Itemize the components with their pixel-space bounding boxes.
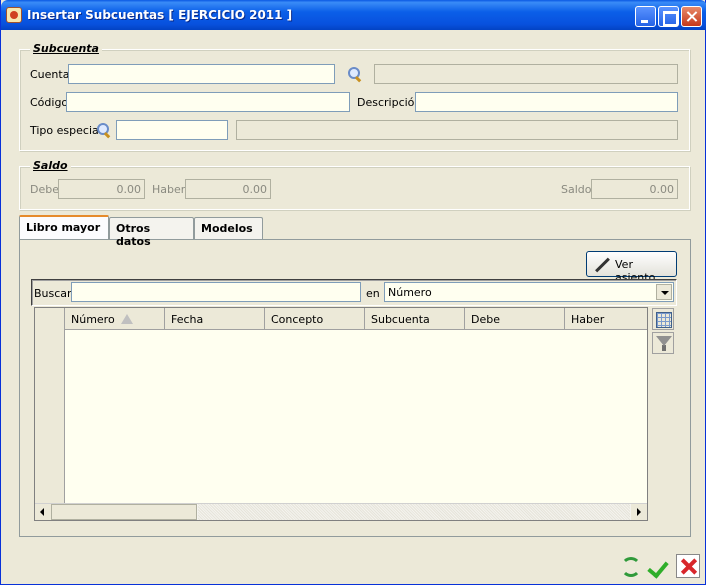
subcuenta-legend: Subcuenta bbox=[30, 42, 102, 55]
row-header-column bbox=[35, 308, 65, 503]
libro-mayor-table[interactable]: Número Fecha Concepto Subcuenta Debe Hab… bbox=[34, 307, 648, 521]
sort-ascending-icon bbox=[121, 314, 133, 324]
ver-asiento-button[interactable]: Ver asiento bbox=[586, 251, 677, 284]
table-header: Número Fecha Concepto Subcuenta Debe Hab… bbox=[65, 308, 647, 330]
cuenta-input[interactable] bbox=[68, 64, 335, 84]
saldo-legend: Saldo bbox=[30, 159, 71, 172]
debe-label: Debe bbox=[30, 183, 59, 196]
tab-otros-datos[interactable]: Otros datos bbox=[109, 217, 194, 248]
maximize-button[interactable] bbox=[658, 6, 679, 27]
buscar-label: Buscar bbox=[34, 287, 72, 300]
descripcion-input[interactable] bbox=[415, 92, 678, 112]
search-column-selected: Número bbox=[388, 286, 432, 299]
column-header-debe[interactable]: Debe bbox=[465, 308, 565, 330]
scrollbar-thumb[interactable] bbox=[51, 504, 197, 520]
pencil-icon bbox=[594, 257, 610, 273]
tipo-especial-label: Tipo especial bbox=[30, 124, 102, 137]
column-header-haber[interactable]: Haber bbox=[565, 308, 647, 330]
en-label: en bbox=[366, 287, 380, 300]
haber-label: Haber bbox=[152, 183, 186, 196]
title-bar[interactable]: Insertar Subcuentas [ EJERCICIO 2011 ] bbox=[1, 0, 706, 30]
codigo-input[interactable] bbox=[66, 92, 350, 112]
refresh-icon[interactable] bbox=[618, 554, 642, 578]
saldo-field: 0.00 bbox=[591, 179, 678, 199]
app-icon bbox=[6, 7, 22, 23]
debe-field: 0.00 bbox=[58, 179, 145, 199]
descripcion-label: Descripción bbox=[357, 96, 422, 109]
grid-view-icon[interactable] bbox=[652, 308, 674, 330]
tab-libro-mayor[interactable]: Libro mayor bbox=[19, 215, 109, 239]
scroll-left-icon[interactable] bbox=[35, 504, 51, 520]
search-column-select[interactable]: Número bbox=[384, 282, 674, 302]
cuenta-label: Cuenta bbox=[30, 68, 70, 81]
tipo-especial-description-field bbox=[236, 120, 678, 140]
filter-icon[interactable] bbox=[652, 332, 674, 354]
haber-field: 0.00 bbox=[185, 179, 271, 199]
cuenta-description-field bbox=[374, 64, 678, 84]
codigo-label: Código bbox=[30, 96, 69, 109]
saldo-label: Saldo bbox=[561, 183, 592, 196]
column-header-numero[interactable]: Número bbox=[65, 308, 165, 330]
horizontal-scrollbar[interactable] bbox=[35, 503, 647, 520]
column-header-concepto[interactable]: Concepto bbox=[265, 308, 365, 330]
minimize-button[interactable] bbox=[635, 6, 656, 27]
tipo-especial-input[interactable] bbox=[116, 120, 228, 140]
column-header-fecha[interactable]: Fecha bbox=[165, 308, 265, 330]
buscar-input[interactable] bbox=[71, 282, 361, 302]
window-title: Insertar Subcuentas [ EJERCICIO 2011 ] bbox=[27, 8, 293, 22]
accept-check-icon[interactable] bbox=[647, 554, 671, 578]
column-header-subcuenta[interactable]: Subcuenta bbox=[365, 308, 465, 330]
chevron-down-icon[interactable] bbox=[656, 284, 672, 300]
scrollbar-track[interactable] bbox=[198, 504, 630, 520]
scroll-right-icon[interactable] bbox=[631, 504, 647, 520]
dialog-window: Insertar Subcuentas [ EJERCICIO 2011 ] S… bbox=[0, 0, 706, 585]
search-tipo-icon[interactable] bbox=[96, 122, 112, 138]
close-button[interactable] bbox=[681, 6, 702, 27]
cancel-x-icon[interactable] bbox=[676, 554, 700, 578]
search-cuenta-icon[interactable] bbox=[347, 66, 363, 82]
tab-modelos[interactable]: Modelos bbox=[194, 217, 263, 239]
